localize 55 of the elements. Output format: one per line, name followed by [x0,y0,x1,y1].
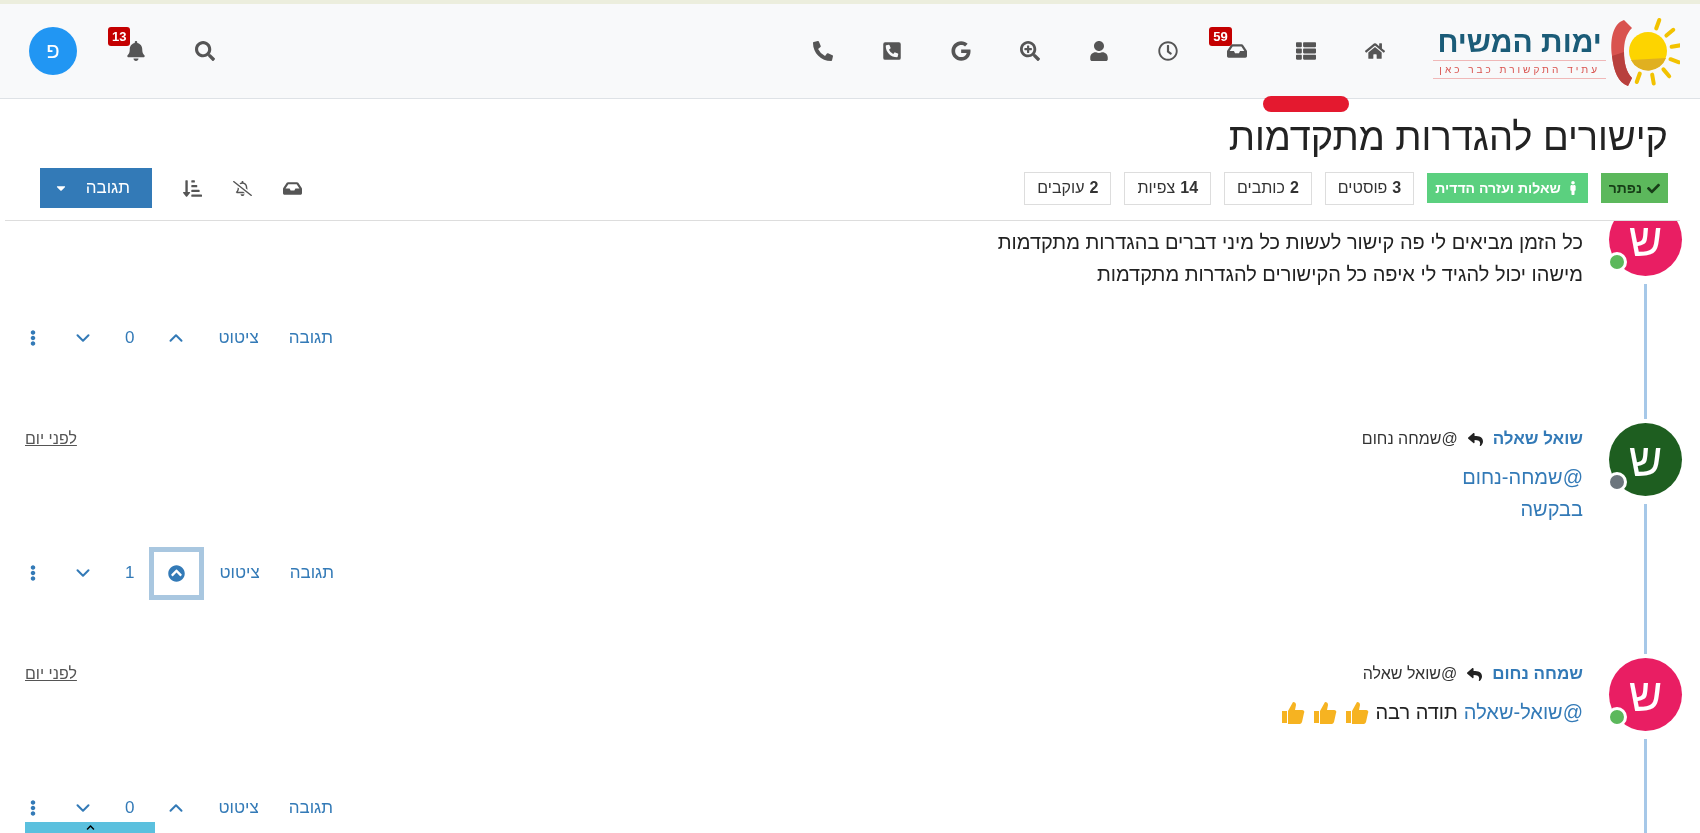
reply-arrow-icon [1467,431,1483,447]
author-name[interactable]: שואל שאלה [1492,429,1583,449]
phone-icon [812,41,833,61]
post-time[interactable]: לפני יום [25,665,77,683]
home-icon [1364,41,1385,61]
user-avatar[interactable]: ש [1609,423,1682,496]
post-text: כל הזמן מביאים לי פה קישור לעשות כל מיני דברים בהגדרות מתקדמות [996,230,1583,255]
vote-count: 0 [125,328,135,348]
sort-icon[interactable] [183,178,202,198]
logo-title: ימות המשיח [1437,23,1602,60]
nav-button[interactable]: 13 [101,3,170,99]
logo-tagline: עתיד התקשורת כבר כאן [1433,59,1606,79]
chevron-circle-up-icon [168,564,186,582]
quote-link[interactable]: ציטוט [218,798,259,818]
user-avatar[interactable]: ש [1609,221,1682,276]
bell-icon [125,41,146,61]
quote-link[interactable]: ציטוט [219,563,260,583]
nav-button[interactable]: 59 [1202,3,1272,99]
post-text: מישהו יכול להגיד לי איפה כל הקישורים להגדרות מתקדמות [1095,262,1583,287]
user-avatar[interactable]: ש [1609,658,1682,731]
reply-link[interactable]: תגובה [288,798,334,818]
google-icon [950,41,971,61]
post-link[interactable]: בבקשה [1520,493,1583,525]
account-avatar[interactable]: פ [29,27,77,75]
reply-arrow-icon [1467,666,1483,682]
quote-link[interactable]: ציטוט [218,328,259,348]
check-icon [1647,181,1660,195]
post-text: @שואל-שאלה תודה רבה [25,696,1583,728]
reply-target[interactable]: @שואל שאלה [1362,665,1458,683]
chevron-up-icon [85,823,95,832]
thumbs-up-icon [1311,699,1338,725]
thumbs-up-icon [1279,699,1306,725]
mention-link[interactable]: @שמחה-נחום [1462,461,1583,493]
reply-link[interactable]: תגובה [288,328,334,348]
post-time[interactable]: לפני יום [25,430,77,448]
inbox-icon [1226,41,1247,61]
author-name[interactable]: שמחה נחום [1492,664,1583,684]
clock-icon [1157,41,1178,61]
reply-button[interactable]: תגובה [40,168,152,208]
upvote-button[interactable] [149,546,205,600]
list-icon [1295,41,1316,61]
topic-title: קישורים להגדרות מתקדמות [1227,115,1668,160]
vote-count: 0 [125,798,135,818]
mention-link[interactable]: @שואל-שאלה [1463,696,1583,728]
user-icon [1088,41,1109,61]
thumbs-up-icon [1343,699,1370,725]
search-icon [194,41,215,61]
solved-label[interactable]: נפתר [1600,173,1668,203]
bell-slash-icon[interactable] [233,178,252,198]
reply-target[interactable]: @שמחה נחום [1361,430,1458,448]
count-badge: 59 [1209,26,1232,46]
vote-count: 1 [125,563,135,583]
reply-link[interactable]: תגובה [289,563,335,583]
zoom-in-icon [1019,41,1040,61]
count-badge: 13 [108,26,131,46]
